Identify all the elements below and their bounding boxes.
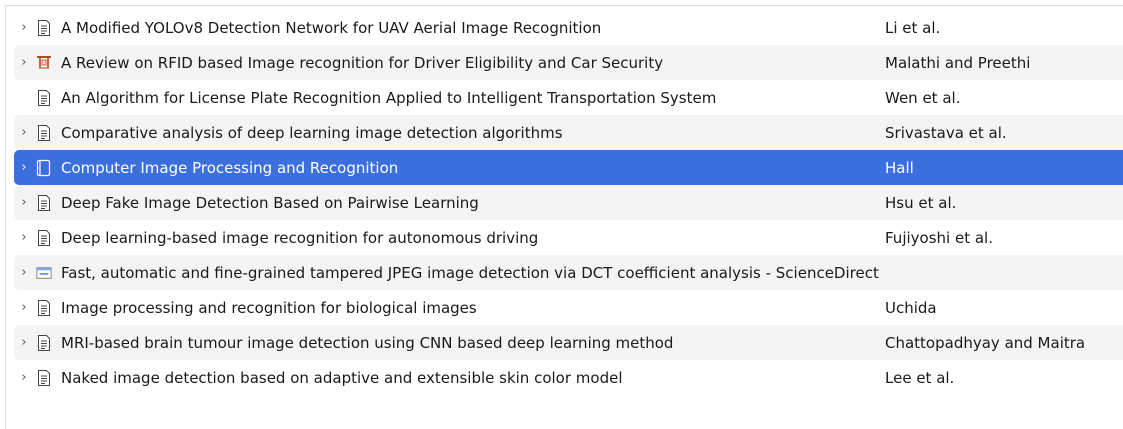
item-creator: Lee et al. — [885, 368, 955, 387]
item-row[interactable]: An Algorithm for License Plate Recogniti… — [14, 80, 1123, 115]
item-creator: Chattopadhyay and Maitra — [885, 333, 1086, 352]
item-title: Comparative analysis of deep learning im… — [61, 123, 563, 142]
item-creator: Fujiyoshi et al. — [885, 228, 993, 247]
expand-twisty-icon[interactable]: › — [14, 160, 34, 175]
item-row[interactable]: › A Modified YOLOv8 Detection Network fo… — [14, 10, 1123, 45]
journal-article-icon — [36, 298, 52, 318]
item-creator: Srivastava et al. — [885, 123, 1007, 142]
item-title: Deep learning-based image recognition fo… — [61, 228, 539, 247]
journal-article-icon — [36, 18, 52, 38]
item-creator: Hall — [885, 158, 914, 177]
item-title: Computer Image Processing and Recognitio… — [61, 158, 399, 177]
book-icon — [36, 158, 52, 178]
item-row[interactable]: › MRI-based brain tumour image detection… — [14, 325, 1123, 360]
web-page-icon — [36, 263, 52, 283]
item-tree-pane: › A Modified YOLOv8 Detection Network fo… — [0, 0, 1123, 429]
journal-article-icon — [36, 193, 52, 213]
item-row[interactable]: › Fast, automatic and fine-grained tampe… — [14, 255, 1123, 290]
item-row[interactable]: › A Review on RFID based Image recogniti… — [14, 45, 1123, 80]
expand-twisty-icon[interactable]: › — [14, 20, 34, 35]
item-title: MRI-based brain tumour image detection u… — [61, 333, 674, 352]
pane-top-border — [5, 5, 1123, 6]
journal-article-icon — [36, 123, 52, 143]
item-row[interactable]: › Comparative analysis of deep learning … — [14, 115, 1123, 150]
journal-article-icon — [36, 368, 52, 388]
pane-left-border — [5, 5, 6, 429]
item-row[interactable]: › Image processing and recognition for b… — [14, 290, 1123, 325]
item-title: A Review on RFID based Image recognition… — [61, 53, 664, 72]
journal-article-icon — [36, 88, 52, 108]
item-row[interactable]: › Deep Fake Image Detection Based on Pai… — [14, 185, 1123, 220]
item-creator: Malathi and Preethi — [885, 53, 1031, 72]
expand-twisty-icon[interactable]: › — [14, 335, 34, 350]
item-row[interactable]: › Naked image detection based on adaptiv… — [14, 360, 1123, 395]
item-title: Fast, automatic and fine-grained tampere… — [61, 263, 879, 282]
expand-twisty-icon[interactable]: › — [14, 230, 34, 245]
item-title: Deep Fake Image Detection Based on Pairw… — [61, 193, 479, 212]
journal-article-icon — [36, 228, 52, 248]
item-title: Naked image detection based on adaptive … — [61, 368, 623, 387]
item-title: An Algorithm for License Plate Recogniti… — [61, 88, 717, 107]
expand-twisty-icon[interactable]: › — [14, 370, 34, 385]
expand-twisty-icon[interactable]: › — [14, 265, 34, 280]
items-list: › A Modified YOLOv8 Detection Network fo… — [14, 10, 1123, 395]
item-title: A Modified YOLOv8 Detection Network for … — [61, 18, 602, 37]
expand-twisty-icon[interactable]: › — [14, 195, 34, 210]
item-row[interactable]: › Computer Image Processing and Recognit… — [14, 150, 1123, 185]
expand-twisty-icon[interactable]: › — [14, 55, 34, 70]
journal-article-icon — [36, 333, 52, 353]
expand-twisty-icon[interactable]: › — [14, 300, 34, 315]
item-creator: Uchida — [885, 298, 937, 317]
item-row[interactable]: › Deep learning-based image recognition … — [14, 220, 1123, 255]
expand-twisty-icon[interactable]: › — [14, 125, 34, 140]
item-title: Image processing and recognition for bio… — [61, 298, 477, 317]
item-creator: Wen et al. — [885, 88, 961, 107]
item-creator: Hsu et al. — [885, 193, 957, 212]
conference-paper-icon — [36, 53, 52, 73]
item-creator: Li et al. — [885, 18, 941, 37]
